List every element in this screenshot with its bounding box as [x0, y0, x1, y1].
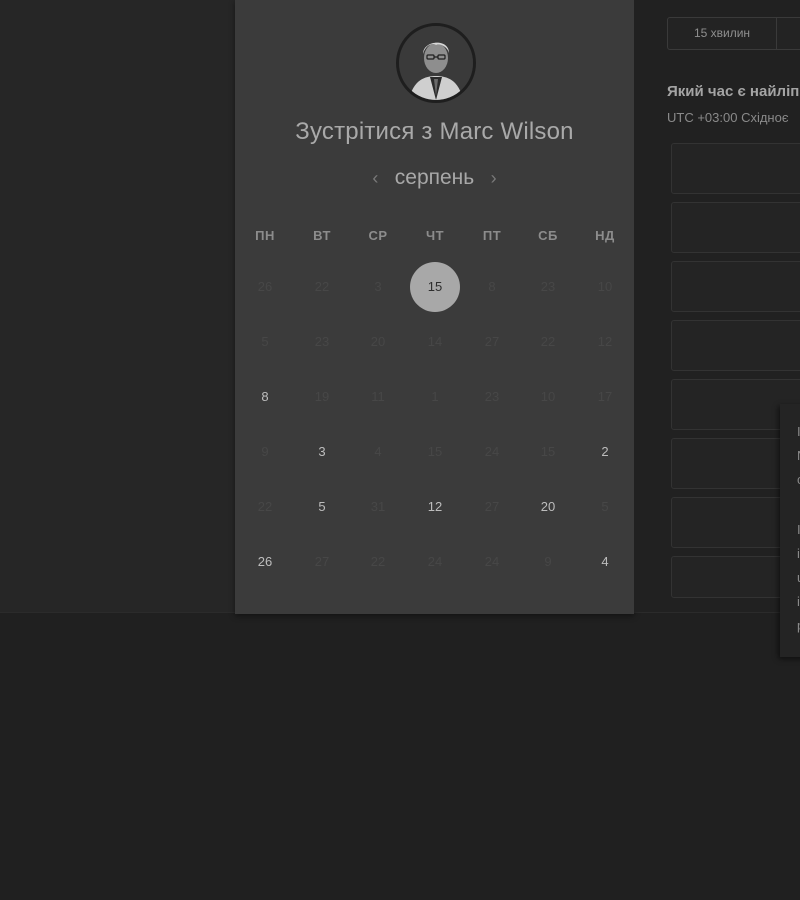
chevron-right-icon[interactable]: ›: [479, 168, 509, 189]
calendar-day: 23: [314, 334, 330, 349]
calendar-day: 10: [597, 279, 613, 294]
page: Зустрітися з Marc Wilson ‹ серпень › ПН В…: [0, 0, 800, 900]
calendar-day: 3: [374, 279, 382, 294]
weekday-label: ВТ: [313, 228, 331, 243]
calendar-day: 22: [314, 279, 330, 294]
avatar: [396, 23, 476, 103]
weekday-label: СР: [368, 228, 388, 243]
calendar-day-available[interactable]: 12: [410, 482, 460, 532]
calendar-day: 23: [540, 279, 556, 294]
month-navigation: ‹ серпень ›: [235, 166, 634, 190]
weekday-label: ЧТ: [425, 228, 445, 243]
weekday-label: СБ: [538, 228, 558, 243]
timezone-selector[interactable]: UTC +03:00 Східноє: [667, 110, 788, 125]
time-slot[interactable]: [671, 320, 800, 371]
time-slots-panel: 15 хвилин Який час є найліп UTC +03:00 С…: [634, 0, 800, 612]
calendar-day: 24: [427, 554, 443, 569]
calendar-day: 19: [314, 389, 330, 404]
chevron-left-icon[interactable]: ‹: [360, 168, 390, 189]
calendar-day: 23: [484, 389, 500, 404]
weekday-label: ПН: [255, 228, 275, 243]
info-popover: I N c I i u i p: [780, 404, 800, 657]
time-slot[interactable]: [671, 261, 800, 312]
calendar-day: 15: [427, 444, 443, 459]
calendar-day: 9: [261, 444, 269, 459]
calendar-day: 5: [261, 334, 269, 349]
calendar-day: 26: [257, 279, 273, 294]
weekday-label: НД: [595, 228, 615, 243]
calendar-day-available[interactable]: 2: [580, 427, 630, 477]
calendar-day: 12: [597, 334, 613, 349]
calendar-panel: Зустрітися з Marc Wilson ‹ серпень › ПН В…: [235, 0, 634, 614]
calendar-day: 27: [484, 334, 500, 349]
time-question-heading: Який час є найліп: [667, 83, 800, 100]
time-slot[interactable]: [671, 202, 800, 253]
calendar-day: 1: [431, 389, 439, 404]
calendar-day: 22: [540, 334, 556, 349]
calendar-day-available[interactable]: 20: [523, 482, 573, 532]
time-slot[interactable]: [671, 143, 800, 194]
calendar-day-available[interactable]: 4: [580, 537, 630, 587]
weekday-label: ПТ: [482, 228, 502, 243]
month-label: серпень: [394, 166, 475, 189]
duration-tabs: 15 хвилин: [667, 17, 800, 50]
calendar-day-available[interactable]: 5: [297, 482, 347, 532]
calendar-day: 27: [314, 554, 330, 569]
popover-text: i: [797, 546, 800, 561]
calendar-day-available[interactable]: 26: [240, 537, 290, 587]
calendar-day-selected[interactable]: 15: [410, 262, 460, 312]
calendar-day: 15: [540, 444, 556, 459]
calendar-day: 11: [371, 389, 385, 404]
avatar-image: [399, 26, 473, 100]
calendar-day: 27: [484, 499, 500, 514]
duration-tab-15[interactable]: 15 хвилин: [668, 18, 777, 49]
calendar-day: 20: [370, 334, 386, 349]
calendar-day-available[interactable]: 8: [240, 372, 290, 422]
calendar-day: 17: [597, 389, 613, 404]
calendar-day: 10: [540, 389, 556, 404]
calendar-day: 8: [488, 279, 496, 294]
calendar-day: 31: [370, 499, 386, 514]
calendar-day: 9: [544, 554, 552, 569]
popover-text: i: [797, 594, 800, 609]
calendar-day: 22: [257, 499, 273, 514]
calendar-day: 14: [427, 334, 443, 349]
page-title: Зустрітися з Marc Wilson: [295, 118, 574, 145]
calendar-day: 5: [601, 499, 609, 514]
calendar-day: 22: [370, 554, 386, 569]
calendar-day: 24: [484, 554, 500, 569]
bottom-band: [0, 612, 800, 900]
calendar-day: 4: [374, 444, 382, 459]
calendar-day: 24: [484, 444, 500, 459]
weekday-header-row: ПН ВТ СР ЧТ ПТ СБ НД: [235, 228, 634, 246]
calendar-day-available[interactable]: 3: [297, 427, 347, 477]
